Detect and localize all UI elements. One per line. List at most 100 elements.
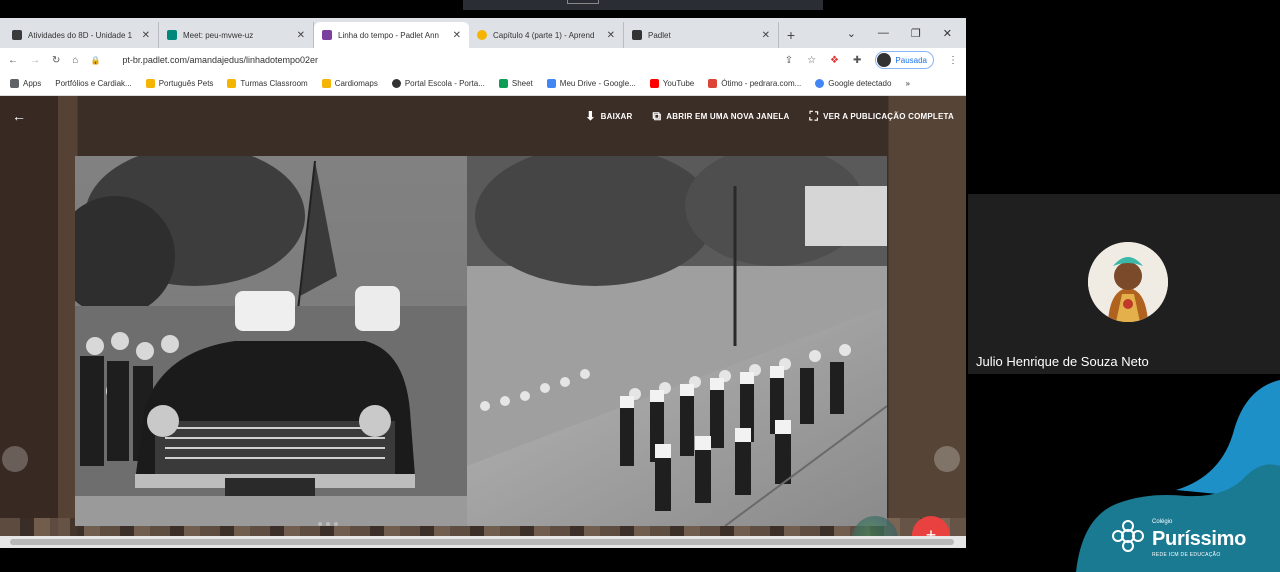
view-full-post-button[interactable]: ⛶ VER A PUBLICAÇÃO COMPLETA xyxy=(809,109,954,124)
bookmark-item[interactable]: Portfólios e Cardiak... xyxy=(55,79,131,88)
brand-logo-icon xyxy=(1112,520,1144,552)
back-icon[interactable]: ← xyxy=(8,55,18,66)
bookmark-label: Turmas Classroom xyxy=(240,79,308,88)
scrollbar-thumb[interactable] xyxy=(10,539,954,545)
tab-favicon-icon xyxy=(632,30,642,40)
previous-post-button[interactable] xyxy=(2,446,28,472)
tab-search-icon[interactable]: ⌄ xyxy=(847,27,856,40)
bookmark-label: Português Pets xyxy=(158,79,214,88)
close-tab-icon[interactable]: ✕ xyxy=(762,30,770,41)
browser-tab[interactable]: Meet: peu-mvwe-uz ✕ xyxy=(159,22,314,48)
close-tab-icon[interactable]: ✕ xyxy=(607,30,615,41)
avatar-illustration xyxy=(1088,242,1168,322)
share-page-icon[interactable]: ⇪ xyxy=(785,55,793,66)
site-icon xyxy=(708,79,718,88)
home-icon[interactable]: ⌂ xyxy=(72,55,78,66)
carousel-dot[interactable] xyxy=(334,522,338,526)
bookmark-item[interactable]: Sheet xyxy=(498,79,533,88)
minimize-icon[interactable]: — xyxy=(878,27,889,39)
bookmark-item[interactable]: Cardiomaps xyxy=(321,79,378,88)
close-tab-icon[interactable]: ✕ xyxy=(297,30,305,41)
screen-share-control-bar[interactable] xyxy=(463,0,823,10)
bookmarks-bar: Apps Portfólios e Cardiak... Português P… xyxy=(0,72,966,96)
tab-title: Atividades do 8D - Unidade 1 xyxy=(28,30,133,40)
open-new-window-icon: ⧉ xyxy=(652,108,662,123)
carousel-dots[interactable] xyxy=(318,522,338,526)
arrow-left-icon[interactable]: ← xyxy=(12,108,26,124)
restore-icon[interactable]: ❐ xyxy=(911,27,921,40)
sheet-icon xyxy=(498,79,508,88)
profile-label: Pausada xyxy=(895,55,927,65)
tab-title: Padlet xyxy=(648,30,671,40)
close-tab-icon[interactable]: ✕ xyxy=(142,30,150,41)
view-full-post-label: VER A PUBLICAÇÃO COMPLETA xyxy=(823,111,954,121)
bookmark-item[interactable]: Turmas Classroom xyxy=(227,79,308,88)
tab-favicon-icon xyxy=(167,30,177,40)
folder-icon xyxy=(321,79,331,88)
download-label: BAIXAR xyxy=(600,111,633,121)
bookmark-label: Sheet xyxy=(511,79,533,88)
bookmark-item[interactable]: Português Pets xyxy=(145,79,214,88)
bookmark-label: Apps xyxy=(23,79,42,88)
bookmark-label: Meu Drive - Google... xyxy=(559,79,636,88)
download-button[interactable]: ⬇ BAIXAR xyxy=(585,109,632,123)
browser-tab[interactable]: Capítulo 4 (parte 1) - Aprend ✕ xyxy=(469,22,624,48)
tab-title: Linha do tempo - Padlet Ann xyxy=(338,30,439,40)
profile-button[interactable]: Pausada xyxy=(875,51,934,69)
browser-menu-icon[interactable]: ⋮ xyxy=(948,55,958,66)
carousel-dot[interactable] xyxy=(318,522,322,526)
bookmark-item[interactable]: Portal Escola - Porta... xyxy=(391,79,485,88)
bookmark-item[interactable]: Google detectado xyxy=(815,79,891,88)
youtube-icon xyxy=(649,79,659,88)
folder-icon xyxy=(227,79,237,88)
bookmark-label: Ótimo - pedrara.com... xyxy=(721,79,802,88)
close-window-icon[interactable]: ✕ xyxy=(943,27,952,40)
bookmark-label: Portfólios e Cardiak... xyxy=(55,79,132,88)
participant-name: Julio Henrique de Souza Neto xyxy=(976,354,1149,369)
lock-icon: 🔒 xyxy=(90,55,101,65)
extension-icon[interactable]: ❖ xyxy=(830,55,839,66)
download-icon: ⬇ xyxy=(585,109,596,123)
lightbox-actions: ⬇ BAIXAR ⧉ ABRIR EM UMA NOVA JANELA ⛶ VER A… xyxy=(585,109,954,124)
open-new-window-button[interactable]: ⧉ ABRIR EM UMA NOVA JANELA xyxy=(653,109,790,124)
meeting-stage: Atividades do 8D - Unidade 1 ✕ Meet: peu… xyxy=(0,0,1280,572)
puzzle-icon[interactable]: ✚ xyxy=(853,55,861,66)
browser-tab[interactable]: Atividades do 8D - Unidade 1 ✕ xyxy=(4,22,159,48)
new-tab-button[interactable]: + xyxy=(779,22,803,48)
shared-screen: Atividades do 8D - Unidade 1 ✕ Meet: peu… xyxy=(0,18,966,548)
close-tab-icon[interactable]: ✕ xyxy=(453,30,461,41)
address-bar-actions: ⇪ ☆ ❖ ✚ Pausada ⋮ xyxy=(785,51,958,69)
historical-parade-photo xyxy=(75,156,887,526)
lightbox-toolbar: ← ⬇ BAIXAR ⧉ ABRIR EM UMA NOVA JANELA ⛶ VER… xyxy=(0,96,966,136)
browser-tab-strip: Atividades do 8D - Unidade 1 ✕ Meet: peu… xyxy=(0,18,966,48)
parade-photo-graphic xyxy=(75,156,887,526)
carousel-dot[interactable] xyxy=(326,522,330,526)
google-icon xyxy=(815,79,825,88)
participant-tile[interactable]: Julio Henrique de Souza Neto xyxy=(968,194,1280,374)
bookmark-item[interactable]: Meu Drive - Google... xyxy=(546,79,636,88)
forward-icon[interactable]: → xyxy=(30,55,40,66)
browser-tab[interactable]: Padlet ✕ xyxy=(624,22,779,48)
bookmark-star-icon[interactable]: ☆ xyxy=(807,55,816,66)
padlet-lightbox: ← ⬇ BAIXAR ⧉ ABRIR EM UMA NOVA JANELA ⛶ VER… xyxy=(0,96,966,548)
tab-title: Capítulo 4 (parte 1) - Aprend xyxy=(493,30,595,40)
tab-favicon-icon xyxy=(12,30,22,40)
next-post-button[interactable] xyxy=(934,446,960,472)
address-bar-row: ← → ↻ ⌂ 🔒 pt-br.padlet.com/amandajedus/l… xyxy=(0,48,966,72)
window-controls: ⌄ — ❐ ✕ xyxy=(847,18,966,48)
bookmark-label: YouTube xyxy=(662,79,695,88)
url-field[interactable]: pt-br.padlet.com/amandajedus/linhadotemp… xyxy=(122,55,318,65)
bookmark-item[interactable]: Apps xyxy=(10,79,41,88)
bookmark-item[interactable]: Ótimo - pedrara.com... xyxy=(708,79,801,88)
browser-tab-active[interactable]: Linha do tempo - Padlet Ann ✕ xyxy=(314,22,469,48)
fullscreen-icon: ⛶ xyxy=(809,108,819,123)
bookmark-label: Cardiomaps xyxy=(334,79,378,88)
bookmark-item[interactable]: YouTube xyxy=(649,79,695,88)
share-handle[interactable] xyxy=(567,0,599,4)
horizontal-scrollbar[interactable] xyxy=(0,536,966,548)
more-bookmarks-icon[interactable]: » xyxy=(905,79,909,88)
brand-name: Puríssimo xyxy=(1152,528,1246,550)
reload-icon[interactable]: ↻ xyxy=(52,55,60,66)
tab-favicon-icon xyxy=(477,30,487,40)
brand-tagline: REDE ICM DE EDUCAÇÃO xyxy=(1152,552,1221,558)
